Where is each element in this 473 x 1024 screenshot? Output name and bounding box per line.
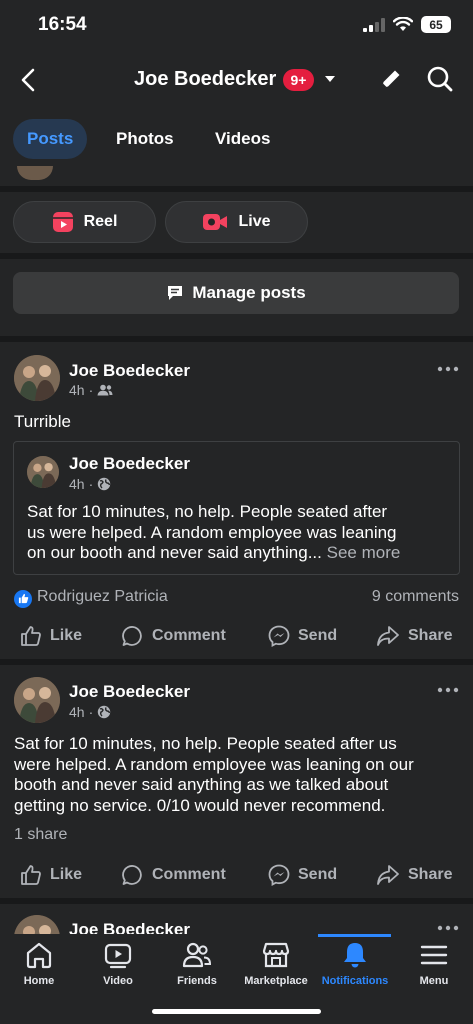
- reel-icon: [52, 212, 73, 232]
- divider: [0, 659, 473, 665]
- avatar: [27, 456, 59, 488]
- shared-post-time: 4h: [69, 476, 85, 492]
- thumbs-up-icon: [21, 865, 41, 885]
- like-reaction-icon: [14, 589, 32, 608]
- comment-icon: [122, 865, 142, 885]
- post-time: 4h: [69, 704, 85, 720]
- comments-count[interactable]: 9 comments: [372, 588, 459, 606]
- more-options-icon[interactable]: [437, 365, 459, 373]
- reel-label: Reel: [83, 213, 118, 230]
- home-icon: [26, 942, 52, 969]
- nav-menu[interactable]: Menu: [395, 940, 473, 996]
- divider: [0, 186, 473, 192]
- nav-notifications[interactable]: Notifications: [316, 940, 394, 996]
- messenger-icon: [268, 864, 290, 886]
- shared-post-card[interactable]: Joe Boedecker 4h · Sat for 10 minutes, n…: [13, 441, 460, 575]
- manage-posts-label: Manage posts: [192, 283, 306, 302]
- comment-button[interactable]: Comment: [122, 864, 226, 886]
- post-text: Sat for 10 minutes, no help. People seat…: [14, 734, 414, 815]
- page-title[interactable]: Joe Boedecker: [134, 68, 276, 91]
- status-icons: 65: [363, 16, 451, 33]
- send-button[interactable]: Send: [268, 864, 337, 886]
- post-author[interactable]: Joe Boedecker: [69, 682, 190, 702]
- share-button[interactable]: Share: [376, 625, 452, 647]
- chevron-down-icon[interactable]: [323, 72, 337, 86]
- thumbs-up-icon: [21, 626, 41, 646]
- profile-photo-icon: [27, 456, 59, 488]
- wifi-icon: [393, 17, 413, 31]
- globe-icon: [98, 477, 111, 491]
- avatar: [17, 166, 53, 180]
- share-arrow-icon: [377, 626, 399, 646]
- share-button[interactable]: Share: [376, 864, 452, 886]
- reel-button[interactable]: Reel: [13, 201, 156, 243]
- more-options-icon[interactable]: [437, 924, 459, 932]
- nav-marketplace[interactable]: Marketplace: [237, 940, 315, 996]
- manage-posts-button[interactable]: Manage posts: [13, 272, 459, 314]
- tab-posts[interactable]: Posts: [13, 119, 88, 159]
- signal-icon: [363, 17, 385, 32]
- reactions-summary[interactable]: Rodriguez Patricia: [14, 588, 168, 608]
- shared-post-meta: 4h ·: [69, 476, 111, 492]
- battery-icon: 65: [421, 16, 451, 33]
- status-bar: 16:54 65: [0, 0, 473, 52]
- nav-video[interactable]: Video: [79, 940, 157, 996]
- like-button[interactable]: Like: [20, 625, 82, 647]
- divider: [0, 898, 473, 904]
- shares-count[interactable]: 1 share: [14, 826, 67, 844]
- back-arrow-icon[interactable]: [16, 64, 44, 96]
- avatar[interactable]: [14, 355, 60, 401]
- nav-home[interactable]: Home: [0, 940, 78, 996]
- page-header: Joe Boedecker 9+: [0, 52, 473, 108]
- marketplace-icon: [262, 942, 290, 968]
- shared-post-text: Sat for 10 minutes, no help. People seat…: [27, 502, 401, 562]
- nav-friends[interactable]: Friends: [158, 940, 236, 996]
- divider: [0, 253, 473, 259]
- post-text: Turrible: [14, 412, 71, 431]
- post-meta: 4h ·: [69, 382, 113, 398]
- share-arrow-icon: [377, 865, 399, 885]
- profile-photo-icon: [14, 355, 60, 401]
- search-icon[interactable]: [426, 65, 454, 93]
- avatar[interactable]: [14, 677, 60, 723]
- notification-badge: 9+: [283, 69, 314, 91]
- active-tab-indicator: [318, 934, 391, 937]
- messenger-icon: [268, 625, 290, 647]
- menu-icon: [420, 945, 448, 965]
- home-indicator: [152, 1009, 321, 1014]
- profile-tabs: Posts Photos Videos: [0, 112, 473, 168]
- globe-icon: [98, 705, 111, 719]
- tab-videos[interactable]: Videos: [201, 119, 284, 159]
- video-icon: [104, 943, 132, 969]
- live-video-icon: [203, 214, 228, 230]
- post-time: 4h: [69, 382, 85, 398]
- live-label: Live: [238, 213, 271, 230]
- comment-button[interactable]: Comment: [122, 625, 226, 647]
- like-button[interactable]: Like: [20, 864, 82, 886]
- shared-post-author: Joe Boedecker: [69, 454, 190, 473]
- status-time: 16:54: [38, 14, 87, 35]
- comment-icon: [122, 626, 142, 646]
- chat-bubble-icon: [168, 286, 183, 300]
- bell-icon: [344, 943, 366, 968]
- divider: [0, 336, 473, 342]
- friends-icon: [182, 942, 212, 968]
- live-button[interactable]: Live: [165, 201, 308, 243]
- more-options-icon[interactable]: [437, 686, 459, 694]
- pencil-icon[interactable]: [378, 66, 404, 92]
- tab-photos[interactable]: Photos: [102, 119, 188, 159]
- profile-photo-icon: [14, 677, 60, 723]
- send-button[interactable]: Send: [268, 625, 337, 647]
- friends-audience-icon: [97, 384, 113, 396]
- post-meta: 4h ·: [69, 704, 111, 720]
- see-more-link[interactable]: See more: [327, 543, 401, 562]
- post-author[interactable]: Joe Boedecker: [69, 361, 190, 381]
- reactor-name: Rodriguez Patricia: [37, 588, 168, 605]
